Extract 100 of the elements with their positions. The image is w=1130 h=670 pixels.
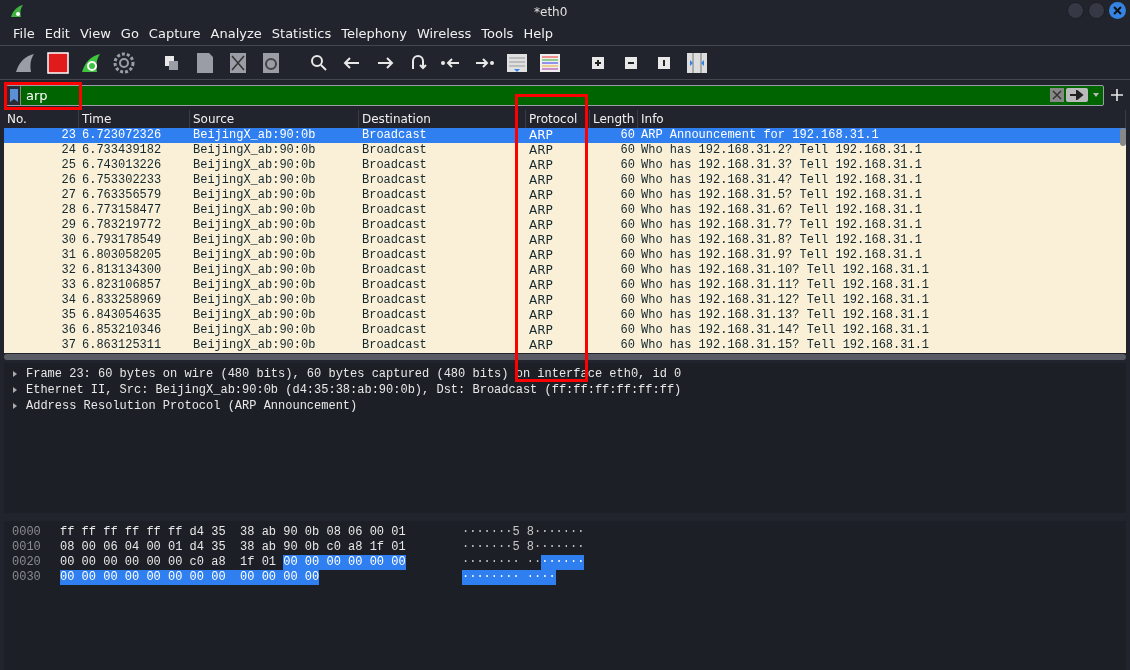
close-button[interactable] — [1109, 2, 1126, 19]
table-cell: BeijingX_ab:90:0b — [193, 248, 316, 262]
menu-item[interactable]: Telephony — [341, 23, 407, 44]
table-cell: BeijingX_ab:90:0b — [193, 143, 316, 157]
hex-bytes-selected: 00 00 00 00 00 00 — [283, 555, 406, 570]
packet-row[interactable]: 31 6.803058205 BeijingX_ab:90:0b Broadcast ARP 60 Who has 192.168.31.9? Tell 192.168.31.1 — [4, 248, 1126, 263]
close-icon — [1113, 6, 1122, 15]
menu-item[interactable]: Wireless — [416, 23, 472, 44]
packet-row[interactable]: 26 6.753302233 BeijingX_ab:90:0b Broadcast ARP 60 Who has 192.168.31.4? Tell 192.168.31.1 — [4, 173, 1126, 188]
fin-icon — [10, 4, 24, 18]
table-cell: ARP — [529, 203, 553, 217]
ascii-bytes: ·······5 8······· — [462, 540, 585, 555]
table-cell: Broadcast — [362, 263, 427, 277]
packet-row[interactable]: 28 6.773158477 BeijingX_ab:90:0b Broadcast ARP 60 Who has 192.168.31.6? Tell 192.168.31.1 — [4, 203, 1126, 218]
menu-item[interactable]: Tools — [481, 23, 514, 44]
table-cell: ARP — [529, 233, 553, 247]
table-cell: 6.723072326 — [82, 128, 162, 142]
collapsed-arrow-icon[interactable] — [11, 402, 19, 410]
packet-row[interactable]: 29 6.783219772 BeijingX_ab:90:0b Broadcast ARP 60 Who has 192.168.31.7? Tell 192.168.31.1 — [4, 218, 1126, 233]
table-cell: Who has 192.168.31.13? Tell 192.168.31.1 — [641, 308, 930, 322]
packet-row[interactable]: 27 6.763356579 BeijingX_ab:90:0b Broadcast ARP 60 Who has 192.168.31.5? Tell 192.168.31.1 — [4, 188, 1126, 203]
packet-row[interactable]: 34 6.833258969 BeijingX_ab:90:0b Broadcast ARP 60 Who has 192.168.31.12? Tell 192.168.31.1 — [4, 293, 1126, 308]
vertical-scrollbar[interactable] — [1120, 128, 1126, 146]
table-cell: 32 — [61, 263, 76, 277]
stop-icon[interactable] — [46, 50, 70, 75]
table-cell: 27 — [61, 188, 76, 202]
table-cell: ARP — [529, 248, 553, 262]
table-cell: 26 — [61, 173, 76, 187]
table-cell: 31 — [61, 248, 76, 262]
packet-row[interactable]: 33 6.823106857 BeijingX_ab:90:0b Broadcast ARP 60 Who has 192.168.31.11? Tell 192.168.31.1 — [4, 278, 1126, 293]
collapsed-arrow-icon[interactable] — [11, 386, 19, 394]
packet-row[interactable]: 25 6.743013226 BeijingX_ab:90:0b Broadcast ARP 60 Who has 192.168.31.3? Tell 192.168.31.1 — [4, 158, 1126, 173]
horizontal-scrollbar[interactable] — [4, 354, 1126, 360]
menu-item[interactable]: Help — [523, 23, 553, 44]
plus-icon[interactable] — [1110, 88, 1124, 102]
table-cell: Who has 192.168.31.9? Tell 192.168.31.1 — [641, 248, 922, 262]
packet-row[interactable]: 36 6.853210346 BeijingX_ab:90:0b Broadcast ARP 60 Who has 192.168.31.14? Tell 192.168.31.1 — [4, 323, 1126, 338]
menu-item[interactable]: Analyze — [210, 23, 262, 44]
table-cell: Who has 192.168.31.12? Tell 192.168.31.1 — [641, 293, 930, 307]
table-cell: BeijingX_ab:90:0b — [193, 338, 316, 352]
packet-row[interactable]: 30 6.793178549 BeijingX_ab:90:0b Broadcast ARP 60 Who has 192.168.31.8? Tell 192.168.31.1 — [4, 233, 1126, 248]
table-cell: 34 — [61, 293, 76, 307]
menu-item[interactable]: Statistics — [271, 23, 332, 44]
filter-field[interactable]: arp — [6, 84, 1104, 106]
menu-item[interactable]: File — [13, 23, 35, 44]
table-cell: Broadcast — [362, 338, 427, 352]
menu-item[interactable]: Edit — [44, 23, 70, 44]
table-cell: 24 — [61, 143, 76, 157]
table-cell: BeijingX_ab:90:0b — [193, 233, 316, 247]
packet-row[interactable]: 37 6.863125311 BeijingX_ab:90:0b Broadcast ARP 60 Who has 192.168.31.15? Tell 192.168.31.1 — [4, 338, 1126, 353]
table-cell: Broadcast — [362, 143, 427, 157]
table-cell: 6.793178549 — [82, 233, 162, 247]
hex-bytes: 00 00 00 00 00 00 c0 a8 1f 01 — [60, 555, 278, 570]
table-cell: Broadcast — [362, 293, 427, 307]
table-cell: Who has 192.168.31.8? Tell 192.168.31.1 — [641, 233, 922, 247]
offset-label: 0010 — [11, 540, 42, 555]
table-cell: 6.823106857 — [82, 278, 162, 292]
table-cell: Broadcast — [362, 323, 427, 337]
packet-row[interactable]: 32 6.813134300 BeijingX_ab:90:0b Broadcast ARP 60 Who has 192.168.31.10? Tell 192.168.31.1 — [4, 263, 1126, 278]
table-cell: BeijingX_ab:90:0b — [193, 293, 316, 307]
table-cell: BeijingX_ab:90:0b — [193, 128, 316, 142]
table-cell: ARP Announcement for 192.168.31.1 — [641, 128, 879, 142]
menu-item[interactable]: Capture — [148, 23, 201, 44]
table-cell: ARP — [529, 128, 553, 142]
table-cell: 6.843054635 — [82, 308, 162, 322]
table-cell: Who has 192.168.31.4? Tell 192.168.31.1 — [641, 173, 922, 187]
table-cell: Broadcast — [362, 173, 427, 187]
table-cell: Who has 192.168.31.3? Tell 192.168.31.1 — [641, 158, 922, 172]
table-cell: 6.853210346 — [82, 323, 162, 337]
table-cell: ARP — [529, 158, 553, 172]
table-cell: 25 — [61, 158, 76, 172]
ascii-bytes-selected: ······ — [541, 555, 585, 570]
table-cell: 60 — [620, 338, 635, 352]
tree-item[interactable]: Ethernet II, Src: BeijingX_ab:90:0b (d4:35:38:ab:90:0b), Dst: Broadcast (ff:ff:ff:ff:ff:ff) — [26, 381, 682, 399]
table-cell: 60 — [620, 308, 635, 322]
table-cell: 29 — [61, 218, 76, 232]
table-cell: ARP — [529, 218, 553, 232]
table-cell: 6.733439182 — [82, 143, 162, 157]
packet-row[interactable]: 35 6.843054635 BeijingX_ab:90:0b Broadcast ARP 60 Who has 192.168.31.13? Tell 192.168.31.1 — [4, 308, 1126, 323]
hex-bytes: ff ff ff ff ff ff d4 35 38 ab 90 0b 08 06 00 01 — [60, 525, 406, 540]
table-cell: 6.783219772 — [82, 218, 162, 232]
table-cell: 60 — [620, 323, 635, 337]
table-cell: Who has 192.168.31.7? Tell 192.168.31.1 — [641, 218, 922, 232]
table-cell: 60 — [620, 128, 635, 142]
menu-item[interactable]: View — [79, 23, 111, 44]
collapsed-arrow-icon[interactable] — [11, 370, 19, 378]
dropdown-icon[interactable] — [1090, 90, 1102, 99]
table-cell: ARP — [529, 308, 553, 322]
table-cell: Who has 192.168.31.11? Tell 192.168.31.1 — [641, 278, 930, 292]
packet-row[interactable]: 24 6.733439182 BeijingX_ab:90:0b Broadcast ARP 60 Who has 192.168.31.2? Tell 192.168.31.1 — [4, 143, 1126, 158]
tree-item[interactable]: Address Resolution Protocol (ARP Announcement) — [26, 397, 358, 415]
gear-icon[interactable] — [112, 50, 136, 75]
table-cell: 28 — [61, 203, 76, 217]
table-cell: Who has 192.168.31.14? Tell 192.168.31.1 — [641, 323, 930, 337]
table-cell: ARP — [529, 173, 553, 187]
table-cell: Who has 192.168.31.15? Tell 192.168.31.1 — [641, 338, 930, 352]
menu-item[interactable]: Go — [120, 23, 139, 44]
resize-columns-icon[interactable] — [685, 50, 709, 75]
table-cell: ARP — [529, 188, 553, 202]
table-cell: 6.833258969 — [82, 293, 162, 307]
